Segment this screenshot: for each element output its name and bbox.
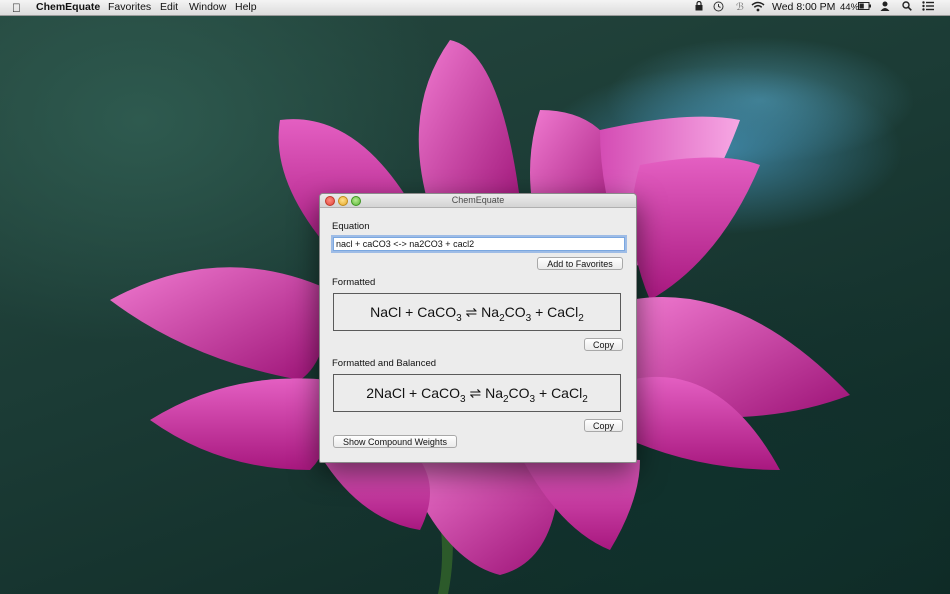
formula-subscript: 3 [529,393,536,405]
menu-bar:  ChemEquate Favorites Edit Window Help … [0,0,950,16]
formula-text: + CaCl [535,384,583,401]
show-compound-weights-button[interactable]: Show Compound Weights [333,435,457,448]
battery-percent[interactable]: 44% [840,1,859,14]
copy-balanced-button[interactable]: Copy [584,419,623,432]
formatted-equation-display: NaCl + CaCO3 ⇌ Na2CO3 + CaCl2 [333,293,621,331]
wifi-icon[interactable] [751,1,765,16]
bluetooth-icon[interactable]: ℬ [736,1,744,14]
formula-subscript: 2 [502,393,509,405]
balanced-equation-display: 2NaCl + CaCO3 ⇌ Na2CO3 + CaCl2 [333,374,621,412]
title-bar[interactable]: ChemEquate [320,194,636,208]
formatted-equation: NaCl + CaCO3 ⇌ Na2CO3 + CaCl2 [370,303,584,324]
equation-label: Equation [332,221,370,232]
formula-text: CO [504,303,526,320]
user-icon[interactable] [880,1,890,15]
equation-input[interactable] [333,237,625,251]
formula-text: NaCl + CaCO [370,303,457,320]
balanced-equation: 2NaCl + CaCO3 ⇌ Na2CO3 + CaCl2 [366,384,588,405]
formula-subscript: 2 [582,393,588,405]
formula-text: ⇌ Na [461,303,500,320]
battery-icon[interactable] [858,1,871,14]
menu-help[interactable]: Help [235,1,257,14]
window-title: ChemEquate [451,195,505,205]
add-to-favorites-button[interactable]: Add to Favorites [537,257,623,270]
lock-icon[interactable] [695,0,703,15]
formula-subscript: 3 [460,393,466,405]
formula-subscript: 3 [456,312,462,324]
menu-favorites[interactable]: Favorites [108,1,151,14]
menu-app-name[interactable]: ChemEquate [36,1,100,14]
time-machine-icon[interactable] [713,1,724,16]
apple-menu-icon[interactable]:  [12,1,21,15]
balanced-label: Formatted and Balanced [332,358,437,369]
copy-formatted-button[interactable]: Copy [584,338,623,351]
formula-text: CO [508,384,530,401]
menu-window[interactable]: Window [189,1,226,14]
clock[interactable]: Wed 8:00 PM [772,1,835,14]
chemequate-window: ChemEquate Equation Add to Favorites For… [319,193,637,463]
notification-center-icon[interactable] [922,1,934,15]
formula-subscript: 3 [525,312,532,324]
formula-text: 2NaCl + CaCO [366,384,461,401]
formatted-label: Formatted [332,277,376,288]
menu-edit[interactable]: Edit [160,1,178,14]
spotlight-icon[interactable] [902,1,912,15]
formula-subscript: 2 [499,312,505,324]
formula-text: ⇌ Na [465,384,503,401]
formula-text: + CaCl [531,303,579,320]
formula-subscript: 2 [578,312,584,324]
